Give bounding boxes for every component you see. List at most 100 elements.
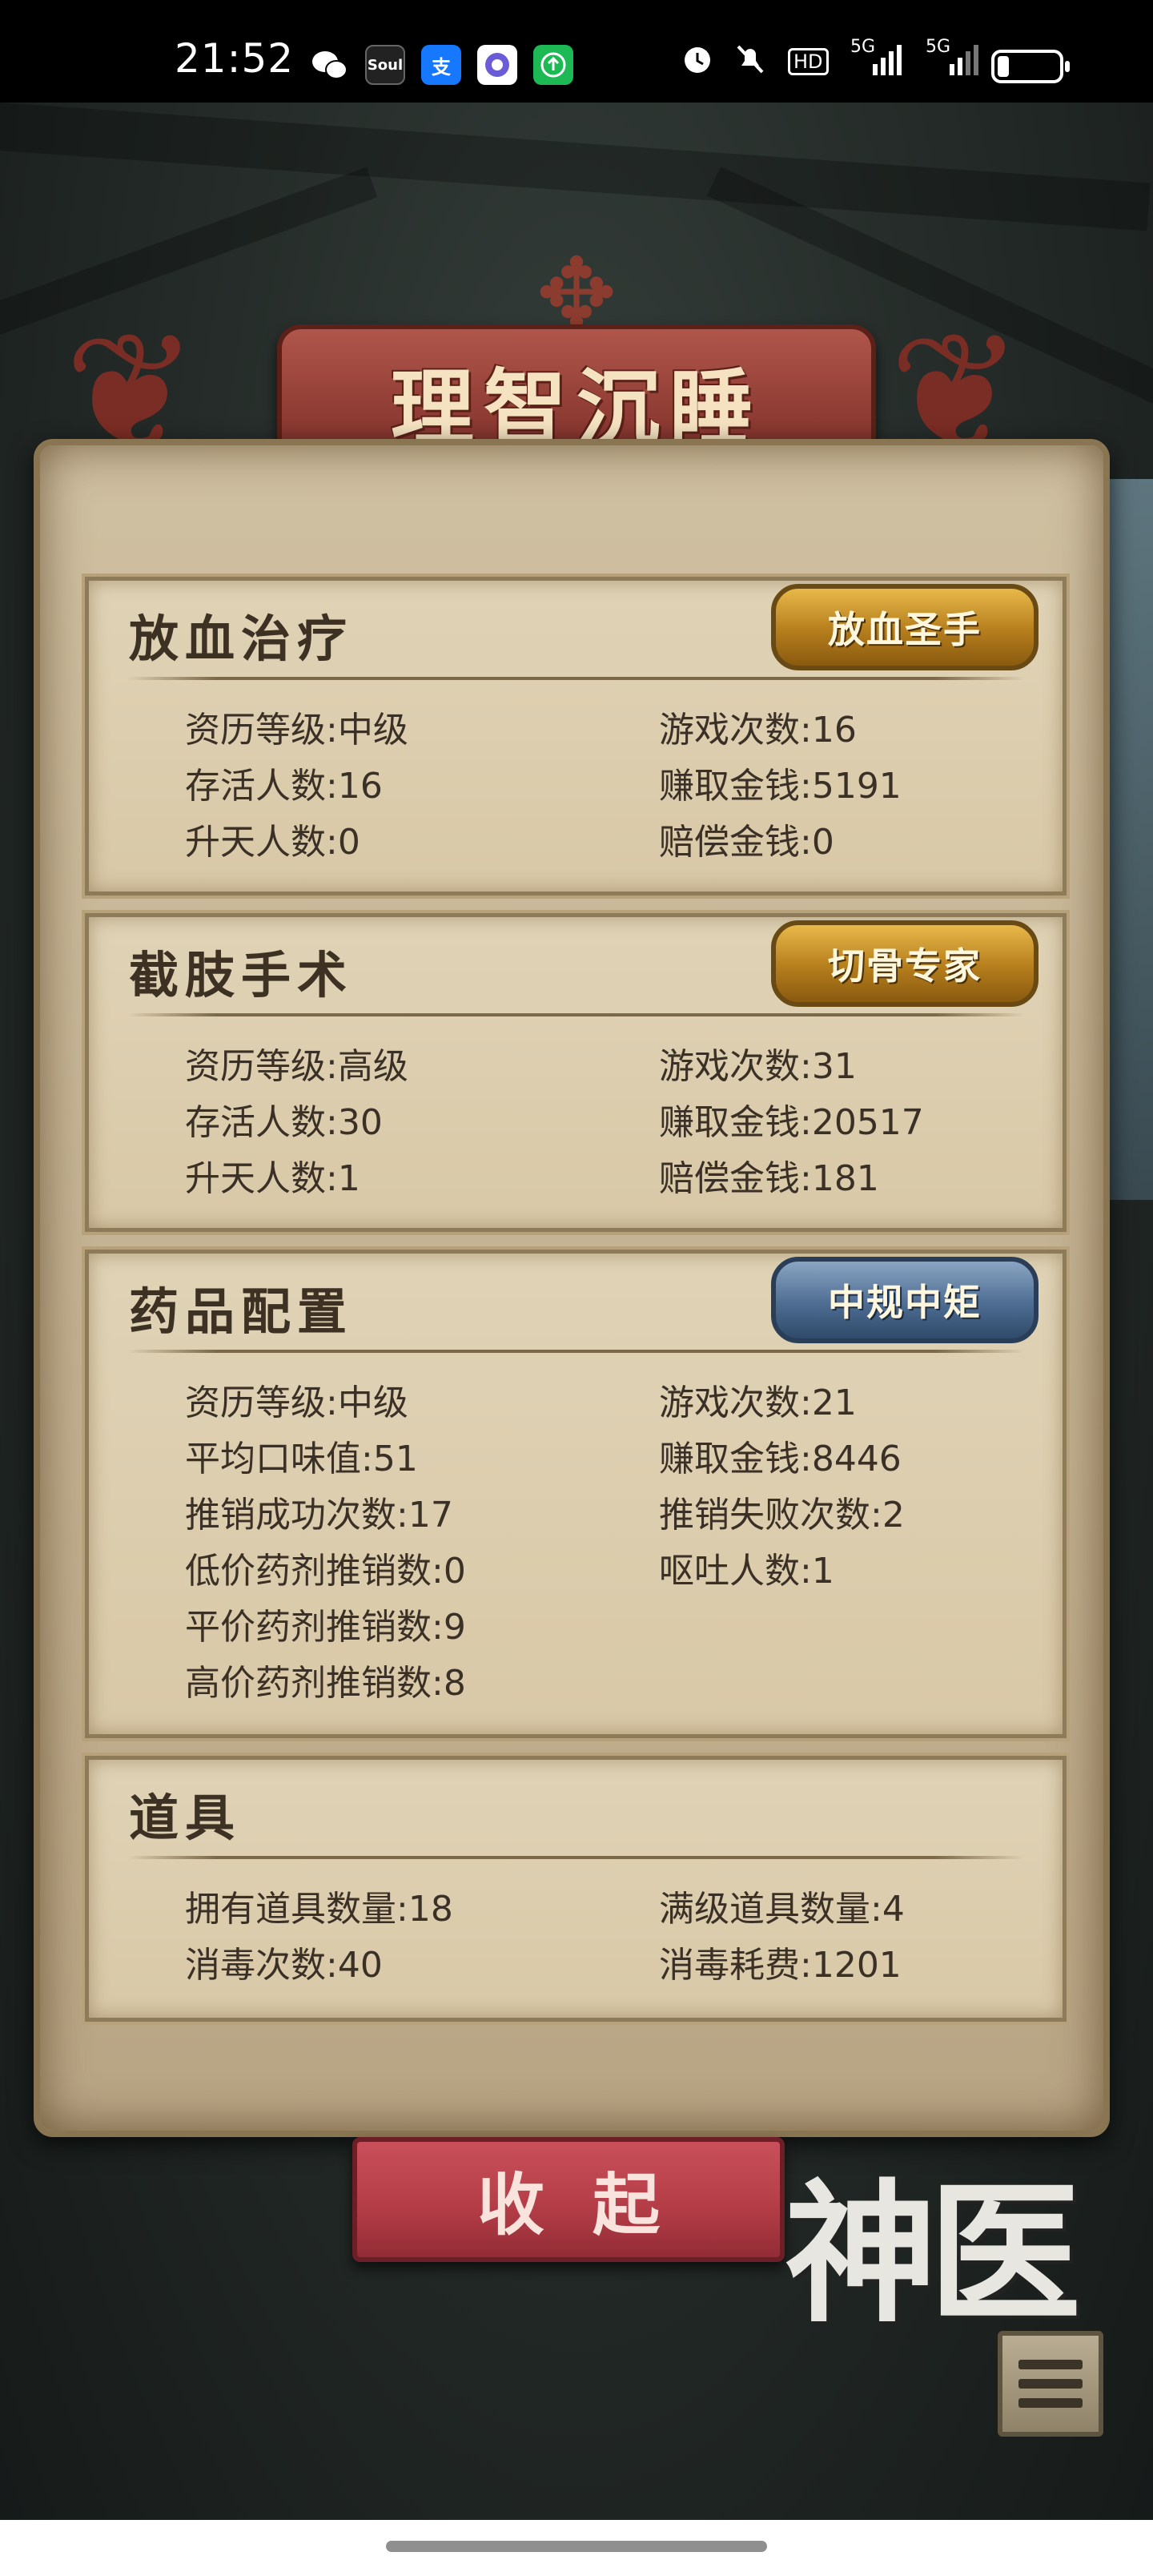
stat-value: 18 [408, 1889, 453, 1930]
stat-value: 0 [811, 822, 834, 863]
stat-item: 推销成功次数17 [185, 1486, 453, 1537]
stat-value: 0 [443, 1551, 466, 1592]
stat-label: 低价药剂推销数 [185, 1551, 444, 1592]
update-icon [533, 45, 573, 85]
stat-label: 游戏次数 [659, 710, 812, 751]
signal-5g-1-icon: 5G [844, 37, 903, 85]
stat-label: 资历等级 [185, 710, 338, 751]
stat-value: 16 [811, 710, 857, 751]
alarm-icon [679, 40, 716, 83]
stat-label: 升天人数 [185, 1158, 338, 1199]
stat-label: 赔偿金钱 [659, 822, 812, 863]
game-logo: 神医 [785, 2164, 1081, 2343]
stat-label: 平均口味值 [185, 1439, 373, 1479]
stat-value: 21 [811, 1383, 857, 1423]
stat-item: 赚取金钱8446 [659, 1430, 902, 1481]
stat-item: 游戏次数21 [659, 1374, 857, 1425]
stat-label: 存活人数 [185, 766, 338, 807]
stat-value: 1 [811, 1551, 834, 1592]
stat-item: 游戏次数31 [659, 1037, 857, 1089]
section-divider [127, 677, 1024, 680]
stat-item: 资历等级高级 [185, 1037, 408, 1089]
stat-value: 1201 [811, 1945, 902, 1986]
soul-icon: Soul [365, 45, 405, 85]
stat-label: 赚取金钱 [659, 766, 812, 807]
stat-value: 0 [337, 822, 360, 863]
home-indicator[interactable] [386, 2541, 767, 2552]
stat-item: 满级道具数量4 [659, 1880, 905, 1931]
achievement-badge[interactable]: 放血圣手 [771, 584, 1039, 670]
stat-item: 拥有道具数量18 [185, 1880, 453, 1931]
banner-crest-ornament: ✥ [536, 239, 617, 350]
stat-item: 推销失败次数2 [659, 1486, 905, 1537]
stat-item: 消毒次数40 [185, 1936, 383, 1987]
section-title: 截肢手术 [129, 946, 354, 1004]
stat-value: 5191 [811, 766, 902, 807]
stat-value: 40 [337, 1945, 383, 1986]
stat-label: 游戏次数 [659, 1046, 812, 1087]
stat-label: 资历等级 [185, 1046, 338, 1087]
stat-label: 存活人数 [185, 1102, 338, 1143]
stat-item: 高价药剂推销数8 [185, 1654, 466, 1705]
stat-value: 1 [337, 1158, 360, 1199]
stat-label: 消毒次数 [185, 1945, 338, 1986]
stat-item: 存活人数16 [185, 757, 383, 808]
achievement-badge[interactable]: 中规中矩 [771, 1257, 1039, 1343]
stat-value: 中级 [337, 1383, 408, 1423]
stat-value: 17 [408, 1495, 453, 1536]
stat-item: 资历等级中级 [185, 701, 408, 752]
stat-value: 16 [337, 766, 383, 807]
stat-label: 高价药剂推销数 [185, 1663, 444, 1704]
section-items: 道具 拥有道具数量18 消毒次数40 满级道具数量4 消毒耗费1201 [85, 1756, 1067, 2022]
section-title: 道具 [129, 1789, 242, 1847]
stat-value: 181 [811, 1158, 879, 1199]
section-divider [127, 1856, 1024, 1859]
section-divider [127, 1350, 1024, 1353]
stat-label: 推销失败次数 [659, 1495, 882, 1536]
collapse-button[interactable]: 收起 [352, 2137, 785, 2262]
stat-value: 9 [443, 1607, 466, 1648]
stat-value: 4 [882, 1889, 905, 1930]
stat-label: 平价药剂推销数 [185, 1607, 444, 1648]
section-title: 药品配置 [129, 1282, 354, 1341]
soul-icon-label: Soul [367, 56, 404, 74]
stat-label: 赚取金钱 [659, 1102, 812, 1143]
mute-icon [732, 40, 769, 83]
stat-label: 满级道具数量 [659, 1889, 882, 1930]
stat-label: 推销成功次数 [185, 1495, 408, 1536]
stat-item: 呕吐人数1 [659, 1542, 834, 1593]
status-time: 21:52 [175, 35, 295, 82]
stat-label: 拥有道具数量 [185, 1889, 408, 1930]
section-title: 放血治疗 [129, 610, 354, 668]
stat-item: 存活人数30 [185, 1093, 383, 1145]
stat-value: 30 [337, 1102, 383, 1143]
stat-item: 平均口味值51 [185, 1430, 418, 1481]
stat-value: 8446 [811, 1439, 902, 1479]
signal-5g-2-icon: 5G [921, 37, 980, 85]
stat-item: 资历等级中级 [185, 1374, 408, 1425]
stat-item: 赔偿金钱181 [659, 1149, 879, 1201]
signal-5g-2-label: 5G [926, 37, 951, 57]
list-menu-icon[interactable] [998, 2331, 1103, 2437]
battery-icon [991, 50, 1070, 83]
alipay-icon-label: 支 [432, 55, 451, 78]
stat-value: 51 [372, 1439, 418, 1479]
stat-item: 升天人数0 [185, 813, 360, 864]
stat-label: 赔偿金钱 [659, 1158, 812, 1199]
stat-value: 31 [811, 1046, 857, 1087]
stat-value: 2 [882, 1495, 905, 1536]
stat-item: 游戏次数16 [659, 701, 857, 752]
stat-label: 资历等级 [185, 1383, 338, 1423]
section-amputation: 截肢手术 切骨专家 资历等级高级 存活人数30 升天人数1 游戏次数31 赚取金… [85, 913, 1067, 1232]
stat-item: 赚取金钱5191 [659, 757, 902, 808]
stat-label: 呕吐人数 [659, 1551, 812, 1592]
section-bloodletting: 放血治疗 放血圣手 资历等级中级 存活人数16 升天人数0 游戏次数16 赚取金… [85, 577, 1067, 896]
section-divider [127, 1013, 1024, 1016]
signal-5g-1-label: 5G [850, 37, 876, 57]
stat-value: 高级 [337, 1046, 408, 1087]
achievement-badge[interactable]: 切骨专家 [771, 920, 1039, 1007]
stat-item: 低价药剂推销数0 [185, 1542, 466, 1593]
hd-indicator: HD [788, 48, 829, 75]
browser-icon [477, 45, 517, 85]
stat-label: 消毒耗费 [659, 1945, 812, 1986]
